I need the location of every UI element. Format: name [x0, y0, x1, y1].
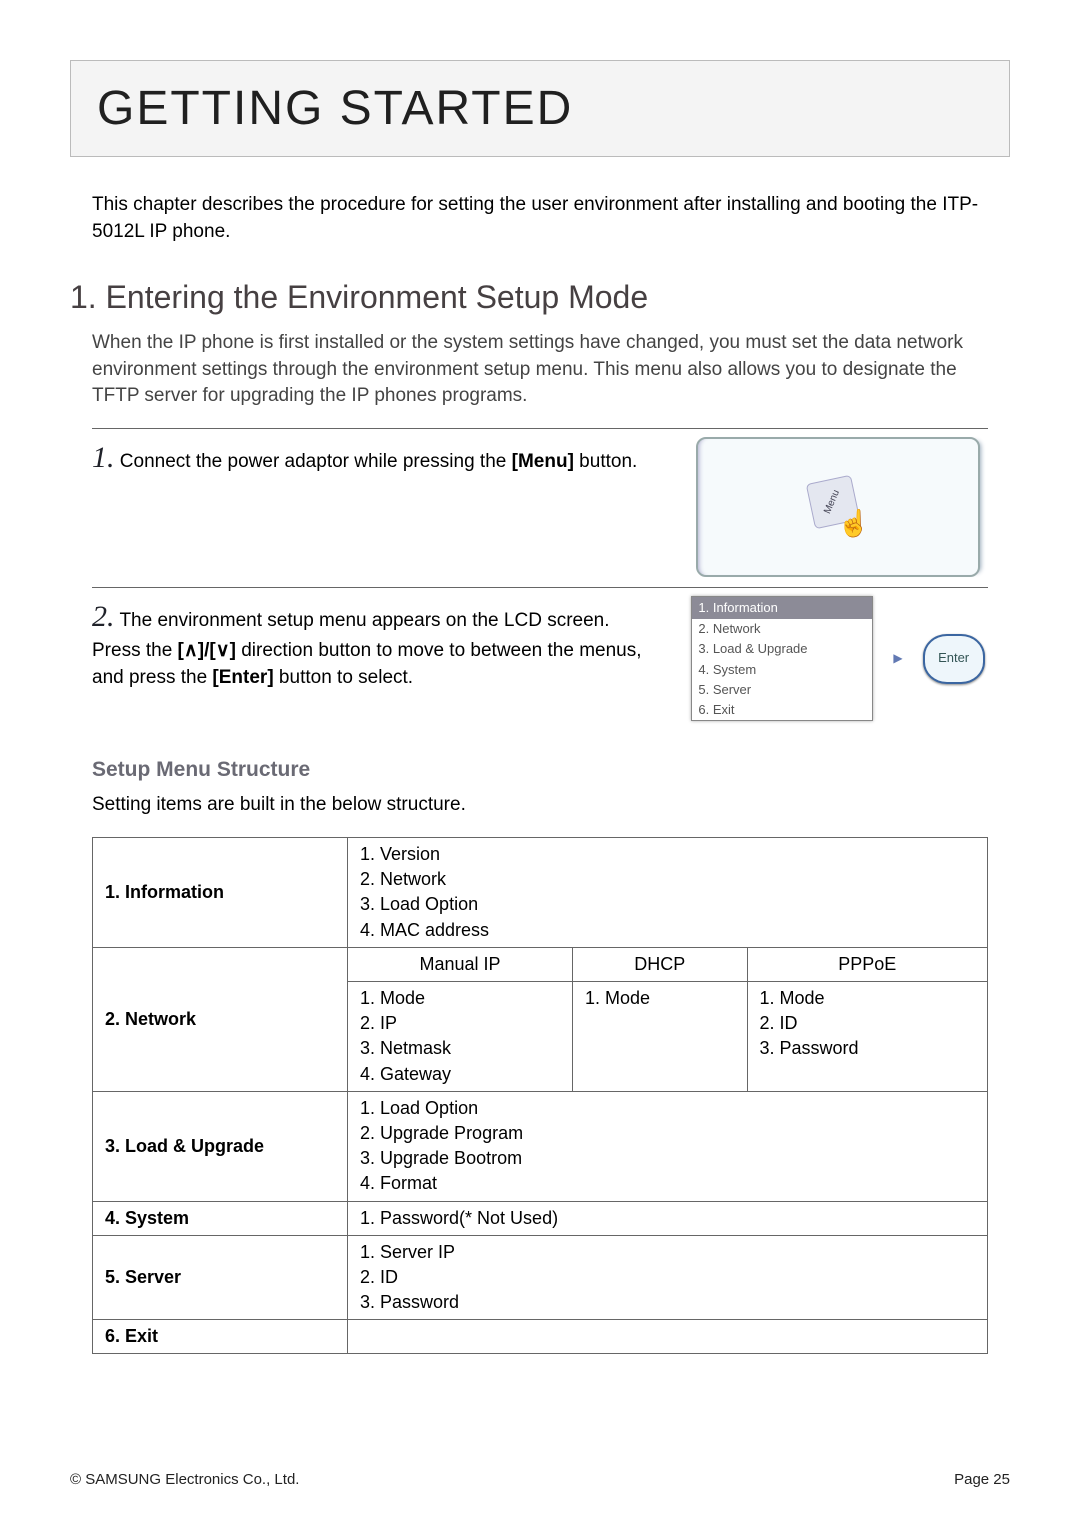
step-1-text-a: Connect the power adaptor while pressing… [120, 451, 512, 472]
step-1-illustration: Menu ☝ [688, 437, 988, 577]
chapter-title: GETTING STARTED [97, 75, 983, 142]
step-2: 2. The environment setup menu appears on… [70, 588, 1010, 731]
step-number: 1. [92, 441, 115, 474]
row-head-exit: 6. Exit [93, 1320, 348, 1354]
play-triangle-icon: ▶ [893, 650, 902, 667]
lcd-item: 6. Exit [692, 700, 872, 720]
step-2-text-a: The environment setup menu appears on th… [119, 610, 609, 631]
lcd-screen: 1. Information 2. Network 3. Load & Upgr… [691, 596, 873, 721]
sub-heading: Setup Menu Structure [92, 755, 988, 784]
sub-description: Setting items are built in the below str… [70, 792, 1010, 819]
row-head-server: 5. Server [93, 1235, 348, 1320]
cell-dhcp-body: 1. Mode [572, 982, 747, 1092]
lcd-item: 4. System [692, 660, 872, 680]
section-title: 1. Entering the Environment Setup Mode [70, 275, 1010, 320]
enter-button-icon: Enter [923, 634, 985, 684]
menu-button-drawing: Menu ☝ [808, 477, 868, 537]
row-head-network: 2. Network [93, 947, 348, 1091]
phone-frame: Menu ☝ [696, 437, 980, 577]
footer-page-number: Page 25 [954, 1469, 1010, 1490]
cell [348, 1320, 988, 1354]
table-row: 4. System 1. Password(* Not Used) [93, 1201, 988, 1235]
table-row: 5. Server 1. Server IP 2. ID 3. Password [93, 1235, 988, 1320]
step-2-enter-bold: [Enter] [212, 667, 273, 688]
menu-structure-table: 1. Information 1. Version 2. Network 3. … [92, 837, 988, 1354]
table-row: 1. Information 1. Version 2. Network 3. … [93, 838, 988, 948]
lcd-item: 2. Network [692, 619, 872, 639]
step-2-text: 2. The environment setup menu appears on… [92, 596, 688, 691]
cell: 1. Server IP 2. ID 3. Password [348, 1235, 988, 1320]
cell: 1. Load Option 2. Upgrade Program 3. Upg… [348, 1091, 988, 1201]
cell-pppoe-head: PPPoE [747, 947, 988, 981]
row-head-system: 4. System [93, 1201, 348, 1235]
step-1: 1. Connect the power adaptor while press… [70, 429, 1010, 587]
cell-manualip-head: Manual IP [348, 947, 573, 981]
step-number: 2. [92, 600, 115, 633]
step-1-bold: [Menu] [512, 451, 574, 472]
page-footer: © SAMSUNG Electronics Co., Ltd. Page 25 [70, 1469, 1010, 1490]
step-2-line2a: Press the [92, 640, 178, 661]
step-2-line2c: button to select. [274, 667, 413, 688]
table-row: 6. Exit [93, 1320, 988, 1354]
step-2-illustration: 1. Information 2. Network 3. Load & Upgr… [688, 596, 988, 721]
lcd-item-selected: 1. Information [692, 597, 872, 619]
lcd-item: 3. Load & Upgrade [692, 639, 872, 659]
lcd-item: 5. Server [692, 680, 872, 700]
section-description: When the IP phone is first installed or … [70, 330, 1010, 410]
cell-pppoe-body: 1. Mode 2. ID 3. Password [747, 982, 988, 1092]
footer-copyright: © SAMSUNG Electronics Co., Ltd. [70, 1469, 299, 1490]
cell-dhcp-head: DHCP [572, 947, 747, 981]
cell-manualip-body: 1. Mode 2. IP 3. Netmask 4. Gateway [348, 982, 573, 1092]
row-head-information: 1. Information [93, 838, 348, 948]
hand-press-icon: ☝ [838, 505, 870, 541]
step-1-text-b: button. [574, 451, 637, 472]
step-1-text: 1. Connect the power adaptor while press… [92, 437, 688, 479]
direction-buttons-icon: [∧]/[∨] [178, 640, 236, 661]
table-row: 2. Network Manual IP DHCP PPPoE [93, 947, 988, 981]
cell: 1. Password(* Not Used) [348, 1201, 988, 1235]
table-row: 3. Load & Upgrade 1. Load Option 2. Upgr… [93, 1091, 988, 1201]
cell: 1. Version 2. Network 3. Load Option 4. … [348, 838, 988, 948]
chapter-title-box: GETTING STARTED [70, 60, 1010, 157]
chapter-intro: This chapter describes the procedure for… [70, 192, 1010, 245]
row-head-load-upgrade: 3. Load & Upgrade [93, 1091, 348, 1201]
